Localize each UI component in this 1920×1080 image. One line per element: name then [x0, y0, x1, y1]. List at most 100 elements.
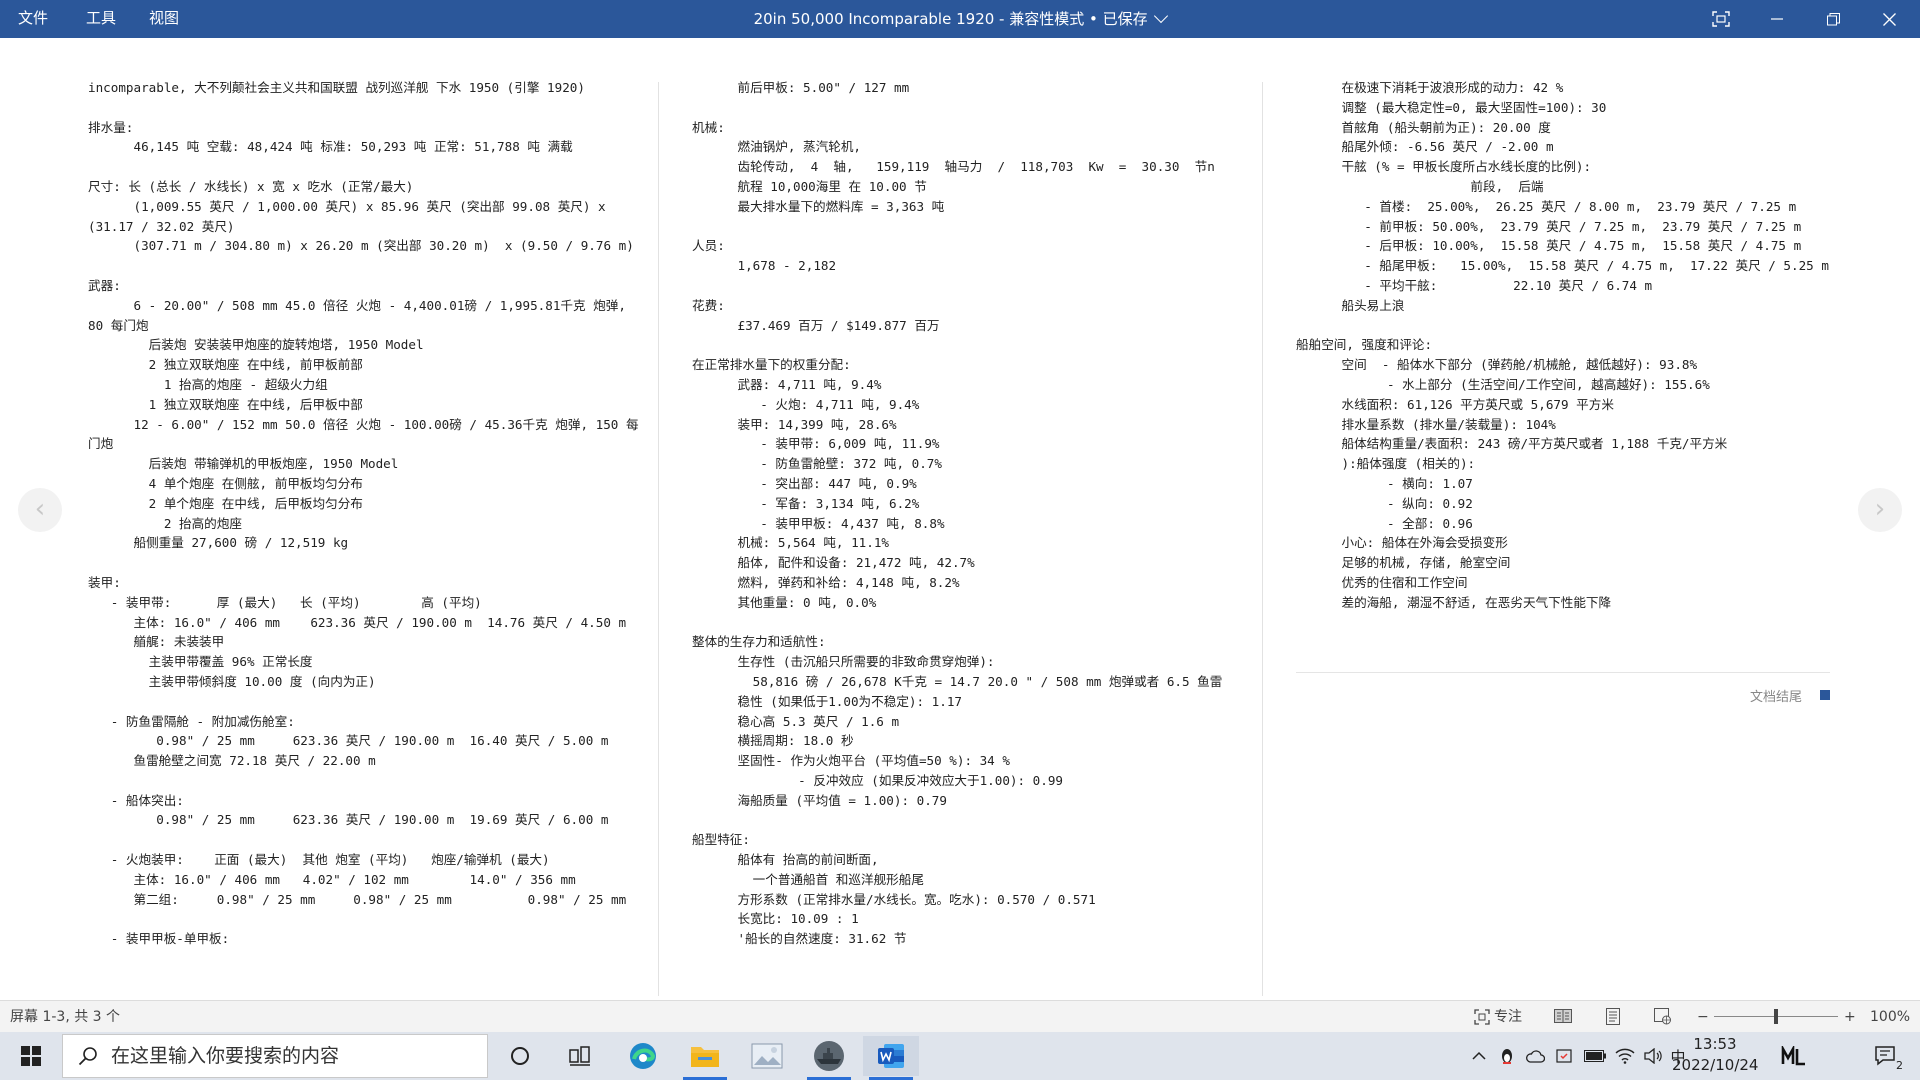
doc-line: 门炮	[88, 436, 114, 452]
tray-cloud[interactable]	[1522, 1032, 1548, 1080]
doc-line: - 全部: 0.96	[1296, 515, 1473, 531]
chevron-down-icon[interactable]	[1154, 8, 1169, 24]
notification-center-button[interactable]: 2	[1864, 1032, 1908, 1080]
tray-security[interactable]	[1552, 1032, 1578, 1080]
doc-line	[88, 830, 648, 850]
taskbar-search-box[interactable]: 在这里输入你要搜索的内容	[62, 1034, 488, 1078]
tray-battery[interactable]	[1582, 1032, 1608, 1080]
task-view-icon	[569, 1046, 590, 1066]
doc-line: 2 单个炮座 在中线, 后甲板均匀分布	[88, 495, 363, 511]
focus-mode-icon	[1712, 11, 1730, 27]
save-status[interactable]: - 兼容性模式 • 已保存	[994, 10, 1152, 28]
page-column-3: 在极速下消耗于波浪形成的动力: 42 % 调整 (最大稳定性=0, 最大坚固性=…	[1296, 78, 1856, 998]
doc-line	[88, 692, 648, 712]
zoom-slider-thumb[interactable]	[1774, 1009, 1778, 1024]
doc-line: - 火炮装甲: 正面 (最大) 其他 炮室 (平均) 炮座/输弹机 (最大)	[88, 852, 550, 868]
menu-view[interactable]: 视图	[149, 0, 179, 38]
start-button[interactable]	[3, 1036, 59, 1076]
page-indicator[interactable]: 屏幕 1-3, 共 3 个	[10, 1001, 120, 1033]
doc-line: - 横向: 1.07	[1296, 475, 1473, 491]
document-end-marker	[1820, 690, 1830, 700]
doc-line: 其他重量: 0 吨, 0.0%	[692, 594, 877, 610]
focus-button[interactable]: 专注	[1474, 1001, 1522, 1033]
read-mode-button[interactable]	[1554, 1008, 1572, 1028]
doc-line: - 纵向: 0.92	[1296, 495, 1473, 511]
doc-line: - 前甲板: 50.00%, 23.79 英尺 / 7.25 m, 23.79 …	[1296, 218, 1802, 234]
doc-line: 稳性 (如果低于1.00为不稳定): 1.17	[692, 693, 962, 709]
column-divider	[1262, 82, 1263, 996]
doc-line: 最大排水量下的燃料库 = 3,363 吨	[692, 198, 945, 214]
chevron-right-icon: ›	[1874, 494, 1886, 524]
doc-line	[88, 909, 648, 929]
tray-app[interactable]	[1494, 1032, 1520, 1080]
focus-label: 专注	[1494, 1009, 1522, 1025]
doc-line	[88, 771, 648, 791]
doc-line: 机械: 5,564 吨, 11.1%	[692, 535, 890, 551]
minimize-button[interactable]	[1754, 0, 1800, 38]
tray-input-method[interactable]	[1774, 1032, 1814, 1080]
zoom-in-button[interactable]: +	[1844, 1001, 1856, 1033]
doc-line: 后装炮 安装装甲炮座的旋转炮塔, 1950 Model	[88, 337, 424, 353]
speaker-icon	[1644, 1048, 1662, 1064]
doc-line	[692, 335, 1232, 355]
doc-line: 武器: 4,711 吨, 9.4%	[692, 376, 882, 392]
web-layout-button[interactable]	[1654, 1008, 1672, 1029]
cortana-button[interactable]	[492, 1036, 548, 1076]
prev-page-button[interactable]: ‹	[18, 488, 62, 532]
tray-wifi[interactable]	[1612, 1032, 1638, 1080]
tray-overflow-button[interactable]	[1466, 1032, 1492, 1080]
zoom-slider[interactable]	[1714, 1009, 1838, 1024]
doc-line: 生存性 (击沉船只所需要的非致命贯穿炮弹):	[692, 654, 995, 670]
taskbar-edge[interactable]	[615, 1036, 671, 1076]
zoom-out-button[interactable]: −	[1697, 1001, 1709, 1033]
taskbar-file-explorer[interactable]	[677, 1036, 733, 1080]
folder-icon	[691, 1047, 719, 1067]
doc-line	[88, 157, 648, 177]
focus-icon	[1474, 1009, 1490, 1025]
close-button[interactable]	[1866, 0, 1912, 38]
doc-line: 燃料, 弹药和补给: 4,148 吨, 8.2%	[692, 574, 960, 590]
doc-line: 装甲: 14,399 吨, 28.6%	[692, 416, 897, 432]
doc-line	[692, 98, 1232, 118]
taskbar-game-app[interactable]	[801, 1036, 857, 1080]
doc-line: 1 独立双联炮座 在中线, 后甲板中部	[88, 396, 363, 412]
menu-tools[interactable]: 工具	[86, 0, 116, 38]
print-layout-button[interactable]	[1606, 1008, 1620, 1029]
taskbar-word[interactable]	[863, 1036, 919, 1080]
doc-line: 前后甲板: 5.00" / 127 mm	[692, 80, 910, 95]
taskbar-photos[interactable]	[739, 1036, 795, 1076]
focus-mode-button[interactable]	[1698, 0, 1744, 38]
doc-line: 0.98" / 25 mm 623.36 英尺 / 190.00 m 19.69…	[88, 812, 609, 828]
clock-time: 13:53	[1693, 1035, 1737, 1053]
zoom-level[interactable]: 100%	[1870, 1001, 1910, 1033]
doc-line: 船侧重量 27,600 磅 / 12,519 kg	[88, 535, 349, 551]
doc-line: 排水量系数 (排水量/装载量): 104%	[1296, 416, 1556, 432]
chevron-up-icon	[1472, 1051, 1486, 1060]
penguin-icon	[1502, 1049, 1512, 1064]
doc-line: 水线面积: 61,126 平方英尺或 5,679 平方米	[1296, 396, 1614, 412]
doc-line: 主体: 16.0" / 406 mm 623.36 英尺 / 190.00 m …	[88, 614, 627, 630]
taskbar-clock[interactable]: 13:53 2022/10/24	[1672, 1034, 1758, 1076]
shield-check-icon	[1556, 1049, 1572, 1063]
doc-line: 1 抬高的炮座 - 超级火力组	[88, 376, 328, 392]
doc-line: 在极速下消耗于波浪形成的动力: 42 %	[1296, 80, 1564, 95]
word-icon	[878, 1044, 904, 1068]
windows-logo-icon	[21, 1046, 41, 1066]
search-placeholder: 在这里输入你要搜索的内容	[111, 1045, 340, 1067]
column-divider	[658, 82, 659, 996]
menu-file[interactable]: 文件	[18, 0, 48, 38]
wifi-icon	[1615, 1048, 1635, 1064]
doc-line: 人员:	[692, 238, 725, 254]
tray-volume[interactable]	[1640, 1032, 1666, 1080]
doc-line	[88, 98, 648, 118]
doc-line: - 首楼: 25.00%, 26.25 英尺 / 8.00 m, 23.79 英…	[1296, 198, 1797, 214]
edge-browser-icon	[630, 1043, 656, 1069]
web-layout-icon	[1654, 1008, 1671, 1025]
doc-line: 船体有 抬高的前间断面,	[692, 852, 879, 868]
doc-line: 燃油锅炉, 蒸汽轮机,	[692, 139, 861, 155]
task-view-button[interactable]	[552, 1036, 608, 1076]
cloud-icon	[1526, 1050, 1545, 1063]
doc-line: 海船质量 (平均值 = 1.00): 0.79	[692, 792, 947, 808]
restore-button[interactable]	[1810, 0, 1856, 38]
next-page-button[interactable]: ›	[1858, 488, 1902, 532]
